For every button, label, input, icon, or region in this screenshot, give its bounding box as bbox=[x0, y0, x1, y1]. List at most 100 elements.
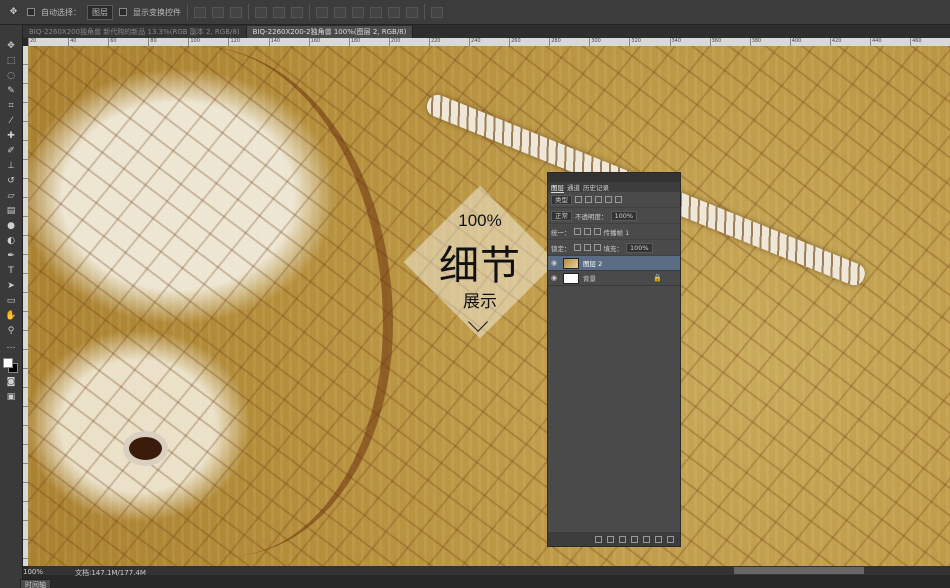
ruler-tick: 260 bbox=[509, 38, 549, 46]
filter-pixel-icon[interactable] bbox=[575, 196, 582, 203]
show-transform-label: 显示变换控件 bbox=[133, 7, 181, 17]
align-bottom-icon[interactable] bbox=[230, 6, 242, 18]
propagate-frame-label[interactable]: 传播帧 1 bbox=[604, 227, 630, 237]
align-left-icon[interactable] bbox=[255, 6, 267, 18]
ruler-tick: 80 bbox=[148, 38, 188, 46]
tab-layers[interactable]: 图层 bbox=[551, 182, 564, 193]
detail-badge: 100% 细节 展示 bbox=[403, 185, 557, 339]
distribute-right-icon[interactable] bbox=[406, 6, 418, 18]
unify-style-icon[interactable] bbox=[593, 228, 601, 235]
move-tool-icon[interactable]: ✥ bbox=[6, 5, 21, 19]
show-transform-checkbox[interactable] bbox=[119, 8, 127, 16]
blur-tool-icon[interactable]: ● bbox=[4, 219, 19, 233]
lock-position-icon[interactable] bbox=[583, 244, 591, 251]
unify-label: 统一： bbox=[551, 228, 571, 237]
shape-tool-icon[interactable]: ▭ bbox=[4, 294, 19, 308]
distribute-middle-icon[interactable] bbox=[334, 6, 346, 18]
ruler-tick: 360 bbox=[709, 38, 750, 46]
healing-brush-tool-icon[interactable]: ✚ bbox=[4, 129, 19, 143]
fill-input[interactable]: 100% bbox=[626, 242, 653, 253]
top-ruler: 20 40 60 80 100 120 140 160 180 200 220 240 260 280 30… bbox=[28, 38, 950, 46]
ruler-tick: 440 bbox=[869, 38, 910, 46]
type-tool-icon[interactable]: T bbox=[4, 264, 19, 278]
eraser-tool-icon[interactable]: ▱ bbox=[4, 189, 19, 203]
filter-type-icon[interactable] bbox=[595, 196, 602, 203]
unify-position-icon[interactable] bbox=[573, 228, 581, 235]
auto-align-icon[interactable] bbox=[431, 6, 443, 18]
ruler-tick: 100 bbox=[188, 38, 228, 46]
tab-document-2[interactable]: BIQ-2260X200-2独角兽 100%(图层 2, RGB/8) bbox=[246, 26, 414, 38]
lasso-tool-icon[interactable]: ◌ bbox=[4, 69, 19, 83]
layer-row[interactable]: ◉ 背景 🔒 bbox=[548, 271, 680, 286]
foreground-color-swatch[interactable] bbox=[3, 358, 13, 368]
lock-pixels-icon[interactable] bbox=[573, 244, 581, 251]
auto-select-dropdown[interactable]: 图层 bbox=[87, 4, 113, 20]
panel-titlebar[interactable] bbox=[548, 173, 680, 182]
separator bbox=[309, 4, 310, 20]
add-mask-icon[interactable] bbox=[619, 535, 626, 543]
hand-tool-icon[interactable]: ✋ bbox=[4, 309, 19, 323]
tab-document-1[interactable]: BIQ-2260X200独角兽 新代购的新品 13.3%(RGB 副本 2, R… bbox=[23, 26, 247, 38]
layer-thumbnail bbox=[563, 257, 579, 269]
tab-history[interactable]: 历史记录 bbox=[583, 182, 609, 192]
more-tools-icon[interactable]: … bbox=[4, 339, 19, 353]
quick-select-tool-icon[interactable]: ✎ bbox=[4, 84, 19, 98]
ruler-tick: 220 bbox=[428, 38, 469, 46]
gradient-tool-icon[interactable]: ▤ bbox=[4, 204, 19, 218]
unify-row: 统一： 传播帧 1 bbox=[548, 224, 680, 240]
opacity-input[interactable]: 100% bbox=[610, 210, 638, 221]
distribute-top-icon[interactable] bbox=[316, 6, 328, 18]
clone-stamp-tool-icon[interactable]: ⊥ bbox=[4, 159, 19, 173]
new-group-icon[interactable] bbox=[643, 535, 650, 543]
filter-smart-icon[interactable] bbox=[615, 196, 622, 203]
lock-all-icon[interactable] bbox=[593, 244, 601, 251]
align-center-icon[interactable] bbox=[273, 6, 285, 18]
options-bar: ✥ 自动选择： 图层 显示变换控件 bbox=[0, 0, 950, 25]
new-layer-icon[interactable] bbox=[655, 535, 662, 543]
pen-tool-icon[interactable]: ✒ bbox=[4, 249, 19, 263]
layer-name: 背景 bbox=[583, 275, 596, 283]
kind-filter-dropdown[interactable]: 类型 bbox=[551, 194, 572, 205]
quick-mask-icon[interactable]: ◙ bbox=[4, 375, 19, 389]
timeline-tab[interactable]: 时间轴 bbox=[20, 579, 51, 588]
filter-adjust-icon[interactable] bbox=[585, 196, 592, 203]
history-brush-tool-icon[interactable]: ↺ bbox=[4, 174, 19, 188]
distribute-center-icon[interactable] bbox=[388, 6, 400, 18]
align-middle-icon[interactable] bbox=[212, 6, 224, 18]
auto-select-checkbox[interactable] bbox=[27, 8, 35, 16]
tab-channels[interactable]: 通道 bbox=[567, 182, 580, 192]
filter-shape-icon[interactable] bbox=[605, 196, 612, 203]
layer-row[interactable]: ◉ 图层 2 bbox=[548, 256, 680, 271]
visibility-eye-icon[interactable]: ◉ bbox=[551, 259, 559, 267]
status-bar: 100% 文档:147.1M/177.4M 时间轴 bbox=[0, 566, 950, 588]
delete-layer-icon[interactable] bbox=[667, 535, 674, 543]
layer-style-icon[interactable] bbox=[607, 535, 614, 543]
badge-subtitle: 展示 bbox=[463, 292, 497, 312]
zoom-tool-icon[interactable]: ⚲ bbox=[4, 324, 19, 338]
move-tool-icon[interactable]: ✥ bbox=[4, 39, 19, 53]
blend-mode-dropdown[interactable]: 正常 bbox=[551, 210, 572, 221]
visibility-eye-icon[interactable]: ◉ bbox=[551, 274, 559, 282]
screen-mode-icon[interactable]: ▣ bbox=[4, 390, 19, 404]
link-layers-icon[interactable] bbox=[595, 535, 602, 543]
eyedropper-tool-icon[interactable]: ⁄ bbox=[4, 114, 19, 128]
distribute-bottom-icon[interactable] bbox=[352, 6, 364, 18]
crop-tool-icon[interactable]: ⌗ bbox=[4, 99, 19, 113]
color-swatches[interactable] bbox=[3, 358, 19, 374]
align-top-icon[interactable] bbox=[194, 6, 206, 18]
lock-label: 锁定： bbox=[551, 244, 571, 253]
ruler-tick: 160 bbox=[308, 38, 349, 46]
marquee-tool-icon[interactable]: ⬚ bbox=[4, 54, 19, 68]
dodge-tool-icon[interactable]: ◐ bbox=[4, 234, 19, 248]
distribute-left-icon[interactable] bbox=[370, 6, 382, 18]
ruler-tick: 300 bbox=[589, 38, 629, 46]
zoom-level[interactable]: 100% bbox=[23, 568, 43, 576]
ruler-tick: 340 bbox=[669, 38, 710, 46]
adjustment-layer-icon[interactable] bbox=[631, 535, 638, 543]
ruler-tick: 320 bbox=[629, 38, 669, 46]
brush-tool-icon[interactable]: ✐ bbox=[4, 144, 19, 158]
unify-visibility-icon[interactable] bbox=[583, 228, 591, 235]
path-select-tool-icon[interactable]: ➤ bbox=[4, 279, 19, 293]
ruler-tick: 180 bbox=[348, 38, 389, 46]
align-right-icon[interactable] bbox=[291, 6, 303, 18]
